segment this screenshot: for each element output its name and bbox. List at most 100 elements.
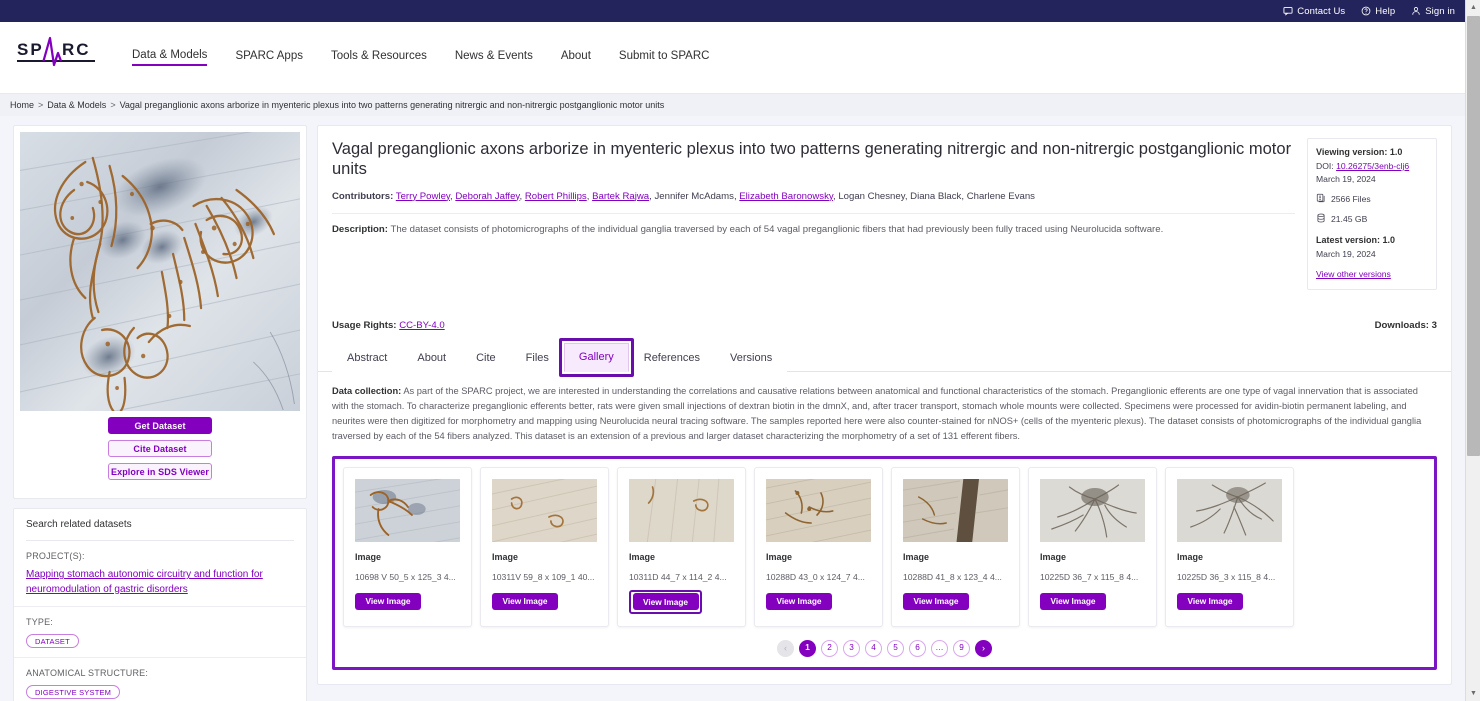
breadcrumb-separator-2: >	[110, 100, 116, 110]
pagination-page-9[interactable]: 9	[953, 639, 970, 657]
view-image-wrap: View Image	[903, 582, 969, 610]
data-collection-body: As part of the SPARC project, we are int…	[332, 385, 1422, 441]
facet-type-label: TYPE:	[26, 617, 54, 627]
scrollbar-thumb[interactable]	[1467, 16, 1480, 456]
search-related-heading: Search related datasets	[26, 519, 132, 530]
view-image-button[interactable]: View Image	[492, 592, 558, 610]
contributor-link[interactable]: Robert Phillips	[525, 191, 587, 202]
gallery-thumbnail	[629, 478, 734, 542]
page-scrollbar[interactable]: ▲ ▼	[1465, 0, 1480, 701]
pagination-page-4[interactable]: 4	[865, 639, 882, 657]
gallery-card[interactable]: Image 10288D 43_0 x 124_7 4... View Imag…	[754, 466, 883, 627]
tag-dataset[interactable]: DATASET	[26, 634, 79, 648]
pagination-ellipsis[interactable]: …	[931, 639, 948, 657]
dataset-hero-image	[20, 132, 300, 411]
tab-references[interactable]: References	[628, 343, 716, 372]
tag-digestive-system[interactable]: DIGESTIVE SYSTEM	[26, 685, 121, 699]
view-image-button[interactable]: View Image	[766, 592, 832, 610]
contact-us-link[interactable]: Contact Us	[1283, 6, 1345, 17]
breadcrumb-data-models[interactable]: Data & Models	[47, 100, 106, 110]
cite-dataset-button[interactable]: Cite Dataset	[108, 440, 212, 457]
usage-rights-link[interactable]: CC-BY-4.0	[399, 320, 445, 331]
view-image-wrap: View Image	[1177, 582, 1243, 610]
nav-item-sparc-apps[interactable]: SPARC Apps	[235, 50, 303, 65]
tab-versions[interactable]: Versions	[715, 343, 788, 372]
facet-type-tags: DATASET	[26, 634, 294, 648]
tab-files[interactable]: Files	[510, 343, 564, 372]
latest-version-date: March 19, 2024	[1316, 249, 1376, 260]
gallery-thumbnail	[355, 478, 460, 542]
view-image-button[interactable]: View Image	[632, 593, 699, 611]
help-link[interactable]: Help	[1361, 6, 1395, 17]
contributors-line: Contributors: Terry Powley, Deborah Jaff…	[332, 190, 1035, 202]
contributor-link[interactable]: Deborah Jaffey	[455, 191, 519, 202]
chat-icon	[1283, 6, 1293, 16]
nav-item-submit[interactable]: Submit to SPARC	[619, 50, 710, 65]
scroll-down-icon[interactable]: ▼	[1466, 686, 1480, 701]
pagination-page-6[interactable]: 6	[909, 639, 926, 657]
gallery-card[interactable]: Image 10698 V 50_5 x 125_3 4... View Ima…	[343, 466, 472, 627]
view-image-button[interactable]: View Image	[1177, 592, 1243, 610]
pagination-page-5[interactable]: 5	[887, 639, 904, 657]
gallery-thumbnail	[766, 478, 871, 542]
gallery-card-name: 10311D 44_7 x 114_2 4...	[629, 571, 727, 582]
facet-projects-link[interactable]: Mapping stomach autonomic circuitry and …	[26, 568, 294, 597]
gallery-card-name: 10698 V 50_5 x 125_3 4...	[355, 571, 456, 582]
explore-sds-viewer-button[interactable]: Explore in SDS Viewer	[108, 463, 212, 480]
nav-item-data-models[interactable]: Data & Models	[132, 49, 208, 66]
tab-cite[interactable]: Cite	[461, 343, 511, 372]
nav-item-news-events[interactable]: News & Events	[455, 50, 533, 65]
sign-in-label: Sign in	[1425, 5, 1455, 17]
view-other-versions-link[interactable]: View other versions	[1316, 269, 1391, 279]
gallery-card-name: 10311V 59_8 x 109_1 40...	[492, 571, 595, 582]
gallery-card-kind: Image	[492, 551, 519, 562]
tab-gallery[interactable]: Gallery	[563, 342, 629, 372]
gallery-card[interactable]: Image 10311D 44_7 x 114_2 4... View Imag…	[617, 466, 746, 627]
pagination-page-2[interactable]: 2	[821, 639, 838, 657]
main-column: Vagal preganglionic axons arborize in my…	[317, 125, 1452, 685]
title-divider	[332, 212, 1295, 214]
gallery-card[interactable]: Image 10288D 41_8 x 123_4 4... View Imag…	[891, 466, 1020, 627]
facet-anatomical-tags: DIGESTIVE SYSTEM	[26, 685, 294, 699]
contributor-link[interactable]: Bartek Rajwa	[592, 191, 649, 202]
sign-in-link[interactable]: Sign in	[1411, 6, 1455, 17]
contributor-link[interactable]: Terry Powley	[396, 191, 450, 202]
scroll-up-icon[interactable]: ▲	[1466, 0, 1480, 15]
help-circle-icon	[1361, 6, 1371, 16]
view-image-button[interactable]: View Image	[903, 592, 969, 610]
tab-abstract[interactable]: Abstract	[332, 343, 403, 372]
pagination-next-button[interactable]: ›	[975, 639, 992, 657]
facet-projects-label: PROJECT(S):	[26, 551, 85, 561]
breadcrumb-home[interactable]: Home	[10, 100, 34, 110]
tab-about[interactable]: About	[402, 343, 462, 372]
gallery-card[interactable]: Image 10311V 59_8 x 109_1 40... View Ima…	[480, 466, 609, 627]
pagination-page-1[interactable]: 1	[799, 639, 816, 657]
contributor-link[interactable]: Elizabeth Baronowsky	[739, 191, 833, 202]
view-image-button[interactable]: View Image	[1040, 592, 1106, 610]
pagination-prev-button: ‹	[777, 639, 794, 657]
gallery-thumbnail	[903, 478, 1008, 542]
gallery-highlight-box: Image 10698 V 50_5 x 125_3 4... View Ima…	[332, 455, 1437, 670]
nav-item-tools-resources[interactable]: Tools & Resources	[331, 50, 427, 65]
contributor-name: Jennifer McAdams	[654, 190, 734, 202]
get-dataset-button[interactable]: Get Dataset	[108, 417, 212, 434]
files-row: 2566 Files	[1316, 193, 1428, 207]
sparc-logo[interactable]: SP RC	[16, 35, 96, 80]
content-area: Get Dataset Cite Dataset Explore in SDS …	[0, 116, 1465, 701]
usage-rights: Usage Rights: CC-BY-4.0	[332, 320, 445, 331]
gallery-card-kind: Image	[355, 551, 382, 562]
view-image-button[interactable]: View Image	[355, 592, 421, 610]
facet-type: TYPE: DATASET	[14, 606, 306, 657]
nav-item-about[interactable]: About	[561, 50, 591, 65]
gallery-card-name: 10288D 41_8 x 123_4 4...	[903, 571, 1002, 582]
svg-text:SP: SP	[17, 40, 44, 59]
contributor-name: Diana Black	[910, 190, 962, 202]
files-icon	[1316, 193, 1326, 207]
gallery-card[interactable]: Image 10225D 36_7 x 115_8 4... View Imag…	[1028, 466, 1157, 627]
contributor-name: Logan Chesney	[838, 190, 905, 202]
gallery-card-name: 10288D 43_0 x 124_7 4...	[766, 571, 865, 582]
pagination-page-3[interactable]: 3	[843, 639, 860, 657]
doi-link[interactable]: 10.26275/3enb-clj6	[1336, 161, 1409, 171]
usage-rights-label: Usage Rights:	[332, 319, 397, 331]
gallery-card[interactable]: Image 10225D 36_3 x 115_8 4... View Imag…	[1165, 466, 1294, 627]
